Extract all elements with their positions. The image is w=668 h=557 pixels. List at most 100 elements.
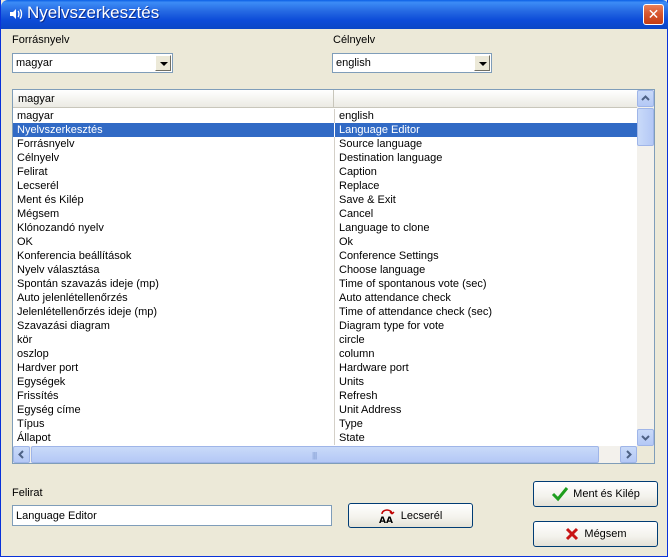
table-row[interactable]: Típus Type [13,417,637,431]
table-row[interactable]: Felirat Caption [13,165,637,179]
table-row[interactable]: Spontán szavazás ideje (mp) Time of spont… [13,277,637,291]
column-header-source[interactable]: magyar [13,90,334,108]
target-text-cell[interactable]: State [339,431,635,445]
source-text-cell[interactable]: Hardver port [17,361,333,375]
source-text-cell[interactable]: Szavazási diagram [17,319,333,333]
target-text-cell[interactable]: Replace [339,179,635,193]
target-text-cell[interactable]: Time of attendance check (sec) [339,305,635,319]
table-row[interactable]: Auto jelenlétellenőrzés Auto attendance c… [13,291,637,305]
source-text-cell[interactable]: Auto jelenlétellenőrzés [17,291,333,305]
target-text-cell[interactable]: Save & Exit [339,193,635,207]
target-text-cell[interactable]: Diagram type for vote [339,319,635,333]
table-row[interactable]: Egység címe Unit Address [13,403,637,417]
close-button[interactable]: ✕ [643,4,664,25]
source-text-cell[interactable]: Ment és Kilép [17,193,333,207]
table-row[interactable]: oszlop column [13,347,637,361]
target-text-cell[interactable]: Language Editor [339,123,635,137]
save-exit-button[interactable]: Ment és Kilép [533,481,658,507]
table-row[interactable]: Frissítés Refresh [13,389,637,403]
target-text-cell[interactable]: Ok [339,235,635,249]
caption-input[interactable] [13,506,331,525]
source-text-cell[interactable]: Nyelvszerkesztés [17,123,333,137]
target-text-cell[interactable]: Hardware port [339,361,635,375]
caption-field[interactable] [12,505,332,526]
chevron-right-icon [626,450,632,459]
table-row[interactable]: Nyelv választása Choose language [13,263,637,277]
column-separator [334,249,335,263]
table-row[interactable]: Mégsem Cancel [13,207,637,221]
source-text-cell[interactable]: Spontán szavazás ideje (mp) [17,277,333,291]
table-row[interactable]: Hardver port Hardware port [13,361,637,375]
source-text-cell[interactable]: oszlop [17,347,333,361]
source-text-cell[interactable]: magyar [17,109,333,123]
source-text-cell[interactable]: Nyelv választása [17,263,333,277]
target-text-cell[interactable]: Source language [339,137,635,151]
target-text-cell[interactable]: Time of spontanous vote (sec) [339,277,635,291]
source-text-cell[interactable]: Egységek [17,375,333,389]
source-text-cell[interactable]: Célnyelv [17,151,333,165]
source-text-cell[interactable]: Konferencia beállítások [17,249,333,263]
source-text-cell[interactable]: Jelenlétellenőrzés ideje (mp) [17,305,333,319]
table-row[interactable]: Egységek Units [13,375,637,389]
cancel-button[interactable]: Mégsem [533,521,658,547]
target-language-select[interactable]: english [332,53,492,73]
source-text-cell[interactable]: kör [17,333,333,347]
vertical-scroll-thumb[interactable] [637,108,654,146]
scroll-down-button[interactable] [637,429,654,446]
target-text-cell[interactable]: english [339,109,635,123]
horizontal-scroll-thumb[interactable]: |||| [31,446,599,463]
table-row[interactable]: magyar english [13,109,637,123]
table-row[interactable]: OK Ok [13,235,637,249]
title-bar[interactable]: Nyelvszerkesztés ✕ [1,0,668,29]
source-text-cell[interactable]: Egység címe [17,403,333,417]
table-row[interactable]: kör circle [13,333,637,347]
source-text-cell[interactable]: Mégsem [17,207,333,221]
target-text-cell[interactable]: Auto attendance check [339,291,635,305]
target-language-label: Célnyelv [333,34,376,46]
source-text-cell[interactable]: Típus [17,417,333,431]
table-row[interactable]: Állapot State [13,431,637,445]
chevron-up-icon [641,95,650,101]
source-text-cell[interactable]: Frissítés [17,389,333,403]
target-text-cell[interactable]: Type [339,417,635,431]
chevron-down-icon[interactable] [155,55,171,71]
source-text-cell[interactable]: Lecserél [17,179,333,193]
column-header-target[interactable] [334,90,637,108]
table-row[interactable]: Célnyelv Destination language [13,151,637,165]
table-row[interactable]: Szavazási diagram Diagram type for vote [13,319,637,333]
column-separator [334,375,335,389]
source-language-select[interactable]: magyar [12,53,173,73]
source-text-cell[interactable]: Forrásnyelv [17,137,333,151]
scroll-right-button[interactable] [620,446,637,463]
source-text-cell[interactable]: OK [17,235,333,249]
source-text-cell[interactable]: Felirat [17,165,333,179]
target-text-cell[interactable]: circle [339,333,635,347]
source-text-cell[interactable]: Állapot [17,431,333,445]
replace-button[interactable]: AA Lecserél [348,503,473,528]
table-row[interactable]: Nyelvszerkesztés Language Editor [13,123,637,137]
table-row[interactable]: Jelenlétellenőrzés ideje (mp) Time of att… [13,305,637,319]
target-text-cell[interactable]: Cancel [339,207,635,221]
target-text-cell[interactable]: Units [339,375,635,389]
table-row[interactable]: Forrásnyelv Source language [13,137,637,151]
table-row[interactable]: Ment és Kilép Save & Exit [13,193,637,207]
chevron-down-icon[interactable] [474,55,490,71]
target-text-cell[interactable]: Choose language [339,263,635,277]
vertical-scrollbar[interactable] [637,90,654,446]
table-row[interactable]: Klónozandó nyelv Language to clone [13,221,637,235]
target-text-cell[interactable]: column [339,347,635,361]
target-text-cell[interactable]: Refresh [339,389,635,403]
target-text-cell[interactable]: Caption [339,165,635,179]
source-text-cell[interactable]: Klónozandó nyelv [17,221,333,235]
translation-grid[interactable]: magyar magyar english Nyelvszerkesztés Lang… [12,89,655,464]
scroll-left-button[interactable] [13,446,30,463]
scroll-up-button[interactable] [637,90,654,107]
target-text-cell[interactable]: Conference Settings [339,249,635,263]
target-text-cell[interactable]: Language to clone [339,221,635,235]
replace-button-label: Lecserél [400,509,443,522]
table-row[interactable]: Konferencia beállítások Conference Settin… [13,249,637,263]
horizontal-scrollbar[interactable]: |||| [13,446,637,463]
target-text-cell[interactable]: Destination language [339,151,635,165]
table-row[interactable]: Lecserél Replace [13,179,637,193]
target-text-cell[interactable]: Unit Address [339,403,635,417]
